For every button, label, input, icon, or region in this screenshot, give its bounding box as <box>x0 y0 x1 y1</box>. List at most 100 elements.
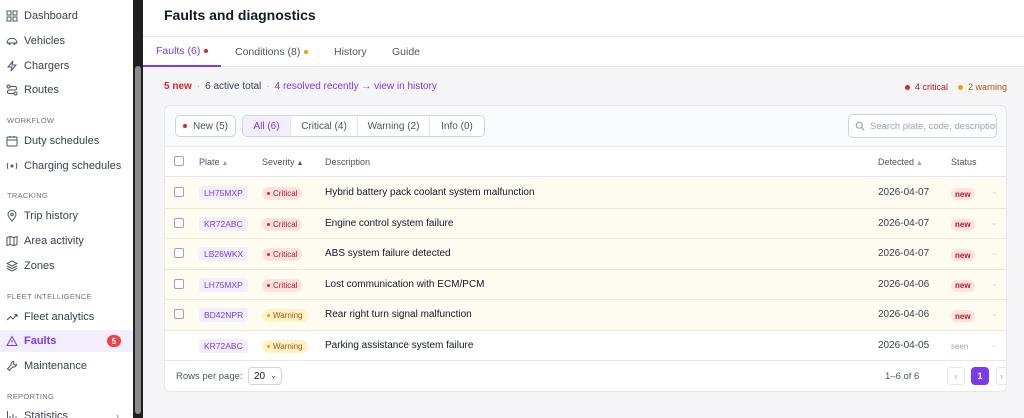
plate-badge[interactable]: KR72ABC <box>199 338 248 353</box>
plate-badge[interactable]: KR72ABC <box>199 216 248 231</box>
search-input[interactable] <box>870 120 996 132</box>
chevron-down-icon[interactable]: ⌄ <box>991 279 998 288</box>
row-checkbox[interactable] <box>174 217 184 228</box>
tab-label: Guide <box>392 46 421 58</box>
warning-icon <box>6 335 18 347</box>
sidebar-item-routes[interactable]: Routes <box>0 79 133 101</box>
select-all-checkbox[interactable] <box>174 156 184 166</box>
page-header: Faults and diagnostics <box>143 0 1024 37</box>
page-title: Faults and diagnostics <box>164 7 316 23</box>
sidebar-item-label: Dashboard <box>24 10 78 22</box>
table-row[interactable]: KR72ABC Critical Engine control system fai… <box>165 208 1006 239</box>
severity-label: Warning <box>273 311 303 320</box>
chevron-down-icon[interactable]: ⌄ <box>991 340 998 349</box>
search-box[interactable] <box>848 114 997 138</box>
column-severity[interactable]: Severity ▲ <box>262 157 303 167</box>
detected-date: 2026-04-05 <box>878 339 930 351</box>
table-row[interactable]: LB26WKX Critical ABS system failure detect… <box>165 239 1006 270</box>
detected-date: 2026-04-06 <box>878 278 930 290</box>
bolt-icon <box>6 60 18 72</box>
fault-description: ABS system failure detected <box>325 248 451 259</box>
page-1-button[interactable]: 1 <box>971 367 989 385</box>
row-checkbox[interactable] <box>174 248 184 258</box>
rows-per-page-select[interactable]: 20 ⌄ <box>248 367 282 385</box>
new-filter-button[interactable]: New (5) <box>175 115 236 137</box>
severity-label: Critical <box>273 280 298 290</box>
sidebar-item-faults[interactable]: Faults 5 <box>0 330 133 352</box>
sidebar-item-vehicles[interactable]: Vehicles <box>0 30 133 52</box>
column-description-label: Description <box>325 157 371 167</box>
new-dot <box>182 124 187 128</box>
sidebar-item-label: Trip history <box>24 210 78 222</box>
table-row[interactable]: KR72ABC Warning Parking assistance system … <box>165 330 1006 361</box>
status-badge: new <box>951 310 975 322</box>
table-row[interactable]: LH75MXP Critical Lost communication with E… <box>165 269 1006 300</box>
pin-icon <box>6 210 18 222</box>
row-checkbox[interactable] <box>174 278 184 289</box>
column-plate-label: Plate <box>199 157 220 167</box>
active-count: 6 active total <box>205 81 262 92</box>
status-badge: new <box>951 218 975 231</box>
tab-conditions[interactable]: Conditions (8) <box>235 37 309 67</box>
sidebar-item-label: Faults <box>24 335 57 347</box>
plate-badge[interactable]: BD42NPR <box>199 308 249 322</box>
filter-info[interactable]: Info (0) <box>430 116 484 136</box>
filter-warning[interactable]: Warning (2) <box>358 116 430 136</box>
sidebar-item-charging-schedules[interactable]: Charging schedules <box>0 155 133 177</box>
sidebar-item-label: Area activity <box>24 235 84 247</box>
column-description: Description <box>325 157 370 167</box>
tab-guide[interactable]: Guide <box>392 37 420 67</box>
sidebar-item-label: Fleet analytics <box>24 311 95 323</box>
sidebar-item-fleet-analytics[interactable]: Fleet analytics <box>0 306 133 328</box>
chevron-down-icon[interactable]: ⌄ <box>991 218 998 227</box>
sort-icon: ▲ <box>221 160 229 167</box>
view-history-link[interactable]: 4 resolved recently → view in history <box>275 81 437 92</box>
tab-dot <box>304 50 309 54</box>
sidebar-scroll-thumb[interactable] <box>135 66 141 414</box>
search-icon <box>855 121 865 131</box>
tab-faults[interactable]: Faults (6) <box>143 37 222 67</box>
filter-all[interactable]: All (6) <box>243 116 291 136</box>
tab-history[interactable]: History <box>334 37 367 67</box>
sidebar-item-statistics[interactable]: Statistics › <box>0 405 133 418</box>
chart-icon <box>6 410 18 418</box>
sidebar-item-label: Zones <box>24 260 55 272</box>
next-page-button[interactable]: › <box>996 367 1006 385</box>
plate-badge[interactable]: LB26WKX <box>199 247 249 261</box>
prev-page-button[interactable]: ‹ <box>947 367 965 385</box>
filter-critical[interactable]: Critical (4) <box>291 116 358 136</box>
severity-badge: Critical <box>262 248 303 261</box>
critical-dot <box>904 84 910 90</box>
table-row[interactable]: LH75MXP Critical Hybrid battery pack coola… <box>165 178 1006 209</box>
sidebar: Dashboard Vehicles Chargers Routes WORKF… <box>0 0 133 418</box>
row-checkbox[interactable] <box>174 309 184 319</box>
sidebar-item-label: Duty schedules <box>24 135 100 147</box>
fault-description: Hybrid battery pack coolant system malfu… <box>325 187 535 198</box>
table-row[interactable]: BD42NPR Warning Rear right turn signal mal… <box>165 300 1006 331</box>
column-plate[interactable]: Plate ▲ <box>199 157 228 167</box>
chevron-down-icon[interactable]: ⌄ <box>991 309 998 318</box>
sidebar-item-zones[interactable]: Zones <box>0 255 133 277</box>
plate-badge[interactable]: LH75MXP <box>199 277 248 292</box>
sidebar-item-duty-schedules[interactable]: Duty schedules <box>0 130 133 152</box>
severity-dot <box>267 192 270 195</box>
chevron-down-icon[interactable]: ⌄ <box>991 248 998 257</box>
tab-label: Conditions (8) <box>235 46 301 58</box>
critical-count-label: 4 critical <box>914 82 948 92</box>
sidebar-item-dashboard[interactable]: Dashboard <box>0 5 133 27</box>
detected-date: 2026-04-07 <box>878 248 930 259</box>
sidebar-item-trip-history[interactable]: Trip history <box>0 205 133 227</box>
rows-per-page-value: 20 <box>254 370 266 382</box>
column-detected[interactable]: Detected ▲ <box>878 157 923 167</box>
sidebar-item-area-activity[interactable]: Area activity <box>0 230 133 252</box>
sidebar-item-maintenance[interactable]: Maintenance <box>0 355 133 377</box>
row-checkbox[interactable] <box>174 187 184 197</box>
sidebar-item-chargers[interactable]: Chargers <box>0 55 133 77</box>
critical-count: 4 critical <box>904 82 948 92</box>
status-badge: new <box>951 279 975 292</box>
severity-dot <box>267 344 270 348</box>
sort-asc-icon: ▲ <box>296 160 304 167</box>
severity-filter-group: All (6) Critical (4) Warning (2) Info (0… <box>242 115 485 137</box>
plate-badge[interactable]: LH75MXP <box>199 186 248 200</box>
chevron-down-icon[interactable]: ⌄ <box>991 187 998 196</box>
